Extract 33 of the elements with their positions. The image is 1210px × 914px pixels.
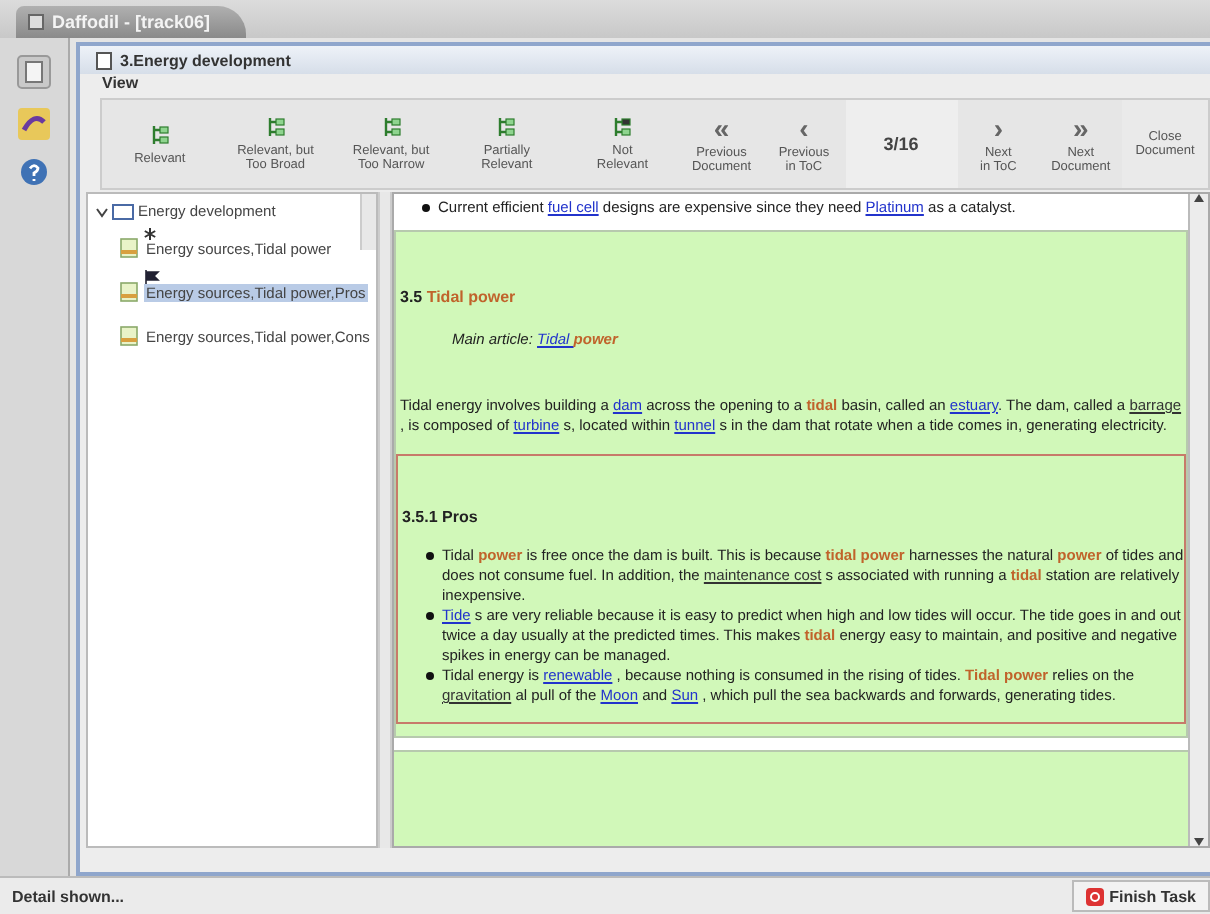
relevance-icon: [612, 116, 633, 138]
scroll-up-icon[interactable]: [1194, 194, 1204, 202]
relevance-icon: [496, 116, 517, 138]
folder-icon: [112, 203, 134, 219]
section-heading: 3.5 Tidal power: [400, 288, 518, 306]
flag-icon: [144, 270, 160, 284]
document-icon[interactable]: [16, 54, 52, 90]
relevance-icon: [149, 123, 170, 145]
document-icon: [120, 238, 138, 258]
status-message: Detail shown...: [10, 887, 125, 905]
page-counter: 3/16: [845, 100, 958, 188]
finish-task-button[interactable]: Finish Task: [1071, 880, 1210, 912]
bullet-icon: [422, 204, 430, 212]
bullet-icon: [426, 552, 434, 560]
bullet-icon: [426, 612, 434, 620]
expand-toggle[interactable]: [96, 205, 108, 217]
asterisk-icon: [144, 228, 156, 240]
document-icon: [120, 326, 138, 346]
relevance-icon: [381, 116, 402, 138]
window-title: Daffodil - [track06]: [52, 12, 211, 32]
relevance-icon: [265, 116, 286, 138]
scroll-down-icon[interactable]: [1194, 838, 1204, 846]
window-icon: [28, 14, 44, 30]
scrollbar[interactable]: [1188, 194, 1208, 846]
menu-item[interactable]: View: [96, 74, 145, 98]
subsection-heading: 3.5.1 Pros: [402, 508, 480, 526]
bullet-icon: [426, 672, 434, 680]
document-icon: [120, 282, 138, 302]
help-icon[interactable]: [20, 158, 48, 186]
document-title: 3.Energy development: [120, 51, 291, 69]
scrollbar[interactable]: [360, 194, 376, 250]
stop-icon: [1085, 887, 1104, 905]
document-icon: [96, 51, 112, 69]
